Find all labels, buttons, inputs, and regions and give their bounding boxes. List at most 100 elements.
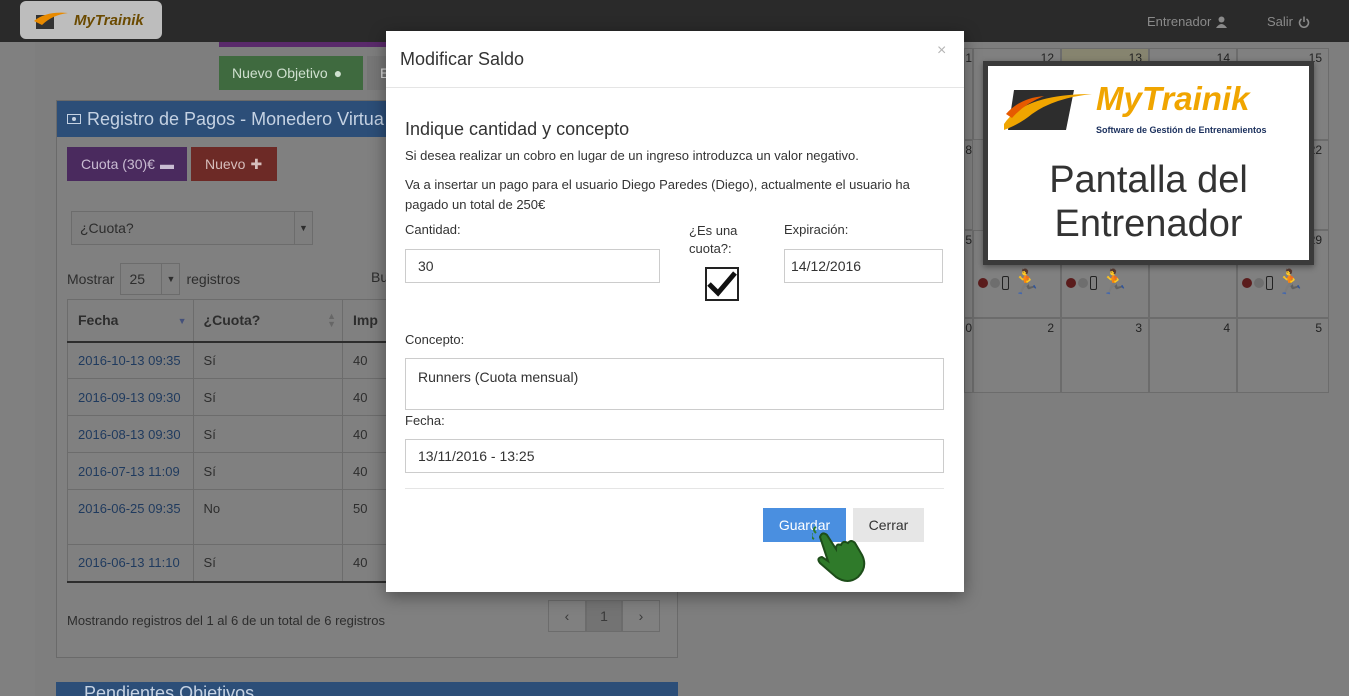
nav-exit-label: Salir — [1267, 14, 1294, 29]
new-payment-button[interactable]: Nuevo ✚ — [191, 147, 277, 181]
pager-page-button[interactable]: 1 — [586, 600, 622, 632]
pointer-hand-icon — [812, 526, 866, 582]
is-fee-label-line1: ¿Es una — [689, 223, 738, 238]
promo-title: Pantalla del Entrenador — [988, 158, 1309, 246]
is-fee-label-line2: cuota?: — [689, 241, 732, 256]
calendar-day[interactable]: 3 — [1061, 318, 1149, 393]
payments-panel-title: Registro de Pagos - Monedero Virtua — [87, 108, 384, 129]
calendar-day-icons: 🏃 — [978, 271, 1041, 295]
nav-trainer-label: Entrenador — [1147, 14, 1212, 29]
payment-amount: 40 — [342, 544, 387, 583]
pagination: ‹ 1 › — [548, 600, 660, 632]
fee-filter-value: ¿Cuota? — [80, 220, 134, 236]
table-row: 2016-07-13 11:09 Sí 40 — [67, 452, 387, 490]
chevron-down-icon: ▼ — [294, 212, 312, 244]
purple-strip — [219, 42, 389, 47]
fee-filter-select[interactable]: ¿Cuota? ▼ — [71, 211, 313, 245]
payment-fee: No — [192, 489, 344, 545]
payment-amount: 40 — [342, 452, 387, 490]
amount-label: Cantidad: — [405, 222, 461, 237]
payment-date-link[interactable]: 2016-06-25 09:35 — [67, 489, 194, 545]
table-row: 2016-06-13 11:10 Sí 40 — [67, 544, 387, 583]
calendar-day[interactable]: 4 — [1149, 318, 1237, 393]
pager-prev-button[interactable]: ‹ — [548, 600, 586, 632]
calendar-day[interactable]: 0 — [964, 318, 973, 393]
column-header-date-label: Fecha — [78, 312, 119, 329]
payment-amount: 40 — [342, 415, 387, 453]
payment-fee: Sí — [192, 341, 344, 379]
eye-icon — [1242, 278, 1252, 288]
concept-textarea[interactable]: Runners (Cuota mensual) — [405, 358, 944, 410]
calendar-day-number: 8 — [965, 143, 972, 157]
calendar-day-icons: 🏃 — [1242, 271, 1305, 295]
chevron-down-icon: ▼ — [161, 264, 179, 294]
amount-value: 30 — [418, 258, 434, 274]
runner-icon: 🏃 — [1275, 269, 1305, 296]
payment-fee: Sí — [192, 452, 344, 490]
page-length-row: Mostrar 25 ▼ registros — [67, 263, 240, 295]
calendar-day-number: 3 — [1135, 321, 1142, 335]
nav-trainer-link[interactable]: Entrenador — [1147, 14, 1228, 29]
payments-table: Fecha ▼ ¿Cuota? ▲ ▼ Imp 2016-10-13 09:35 Sí… — [67, 299, 387, 583]
calendar-day[interactable]: 1 — [964, 48, 973, 140]
phone-icon — [1090, 276, 1097, 290]
calendar-day-number: 1 — [965, 51, 972, 65]
date-input[interactable]: 13/11/2016 - 13:25 — [405, 439, 944, 473]
modify-balance-modal: Modificar Saldo × Indique cantidad y con… — [386, 31, 964, 592]
table-info: Mostrando registros del 1 al 6 de un tot… — [67, 613, 385, 628]
goals-panel-header: Pendientes Objetivos — [56, 682, 678, 696]
calendar-day-number: 5 — [965, 233, 972, 247]
amount-input[interactable]: 30 — [405, 249, 660, 283]
payment-date-link[interactable]: 2016-10-13 09:35 — [67, 341, 194, 379]
pager-next-button[interactable]: › — [622, 600, 660, 632]
brand-name: MyTrainik — [74, 11, 144, 29]
column-header-fee[interactable]: ¿Cuota? ▲ ▼ — [192, 299, 344, 343]
show-label: Mostrar — [67, 271, 115, 287]
promo-title-line2: Entrenador — [1054, 203, 1243, 245]
close-icon[interactable]: × — [937, 42, 946, 60]
date-label: Fecha: — [405, 413, 445, 428]
is-fee-checkbox[interactable] — [705, 267, 739, 301]
calendar-day[interactable]: 5 — [964, 230, 973, 318]
payment-date-link[interactable]: 2016-09-13 09:30 — [67, 378, 194, 416]
payment-amount: 40 — [342, 341, 387, 379]
payment-amount: 40 — [342, 378, 387, 416]
calendar-day-number: 2 — [1047, 321, 1054, 335]
payment-date-link[interactable]: 2016-07-13 11:09 — [67, 452, 194, 490]
records-label: registros — [186, 271, 241, 287]
new-payment-label: Nuevo — [205, 156, 246, 172]
column-header-amount[interactable]: Imp — [342, 299, 387, 343]
fee-button[interactable]: Cuota (30)€ ▬ — [67, 147, 187, 181]
phone-icon — [1002, 276, 1009, 290]
concept-value: Runners (Cuota mensual) — [418, 369, 579, 385]
modal-note: Si desea realizar un cobro en lugar de u… — [405, 148, 859, 163]
calendar-day[interactable]: 8 — [964, 140, 973, 230]
table-row: 2016-10-13 09:35 Sí 40 — [67, 341, 387, 379]
calendar-day[interactable]: 2 — [973, 318, 1061, 393]
expiry-value: 14/12/2016 — [791, 258, 862, 274]
modal-title: Modificar Saldo — [400, 49, 525, 69]
payment-date-link[interactable]: 2016-06-13 11:10 — [67, 544, 194, 583]
new-goal-label: Nuevo Objetivo — [232, 65, 328, 81]
new-goal-button[interactable]: Nuevo Objetivo ● — [219, 56, 363, 90]
calendar-day-number: 0 — [965, 321, 972, 335]
page-length-select[interactable]: 25 ▼ — [120, 263, 181, 295]
sort-icon: ▲ ▼ — [327, 311, 337, 329]
calendar-day[interactable]: 5 — [1237, 318, 1329, 393]
eye-icon — [1066, 278, 1076, 288]
payment-date-link[interactable]: 2016-08-13 09:30 — [67, 415, 194, 453]
sort-desc-icon: ▼ — [177, 316, 187, 326]
face-icon — [990, 278, 1000, 288]
brand-logo[interactable]: MyTrainik — [20, 1, 162, 39]
briefcase-icon: ▬ — [159, 156, 174, 172]
column-header-date[interactable]: Fecha ▼ — [67, 299, 194, 343]
table-row: 2016-06-25 09:35 No 50 — [67, 489, 387, 545]
goals-panel-title: Pendientes Objetivos — [84, 683, 255, 696]
modal-user-info: Va a insertar un pago para el usuario Di… — [405, 177, 910, 212]
page-length-value: 25 — [129, 271, 146, 287]
nav-exit-link[interactable]: Salir — [1267, 14, 1310, 29]
expiry-input[interactable]: 14/12/2016 — [784, 249, 943, 283]
checkmark-icon — [707, 271, 737, 297]
table-row: 2016-08-13 09:30 Sí 40 — [67, 415, 387, 453]
eye-icon — [978, 278, 988, 288]
